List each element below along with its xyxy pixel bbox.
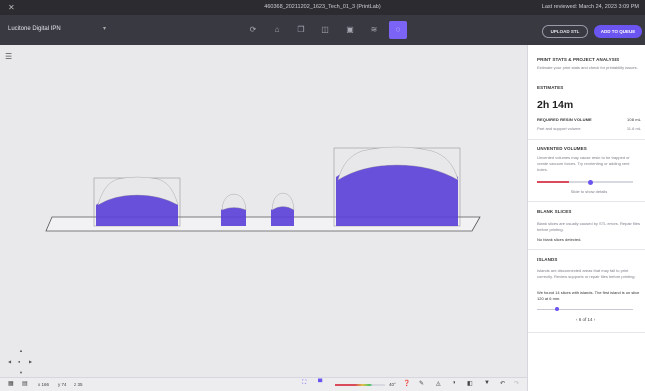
unvented-slider[interactable] [537,179,633,185]
pencil-icon[interactable]: ✎ [419,380,424,387]
main-toolbar: Lucitone Digital IPN ▾ ⟳ ⌂ ❐ ◫ ▣ ≋ ◌ UPL… [0,15,645,45]
arrow-right-icon[interactable]: ▶ [29,359,32,364]
ruler-icon[interactable]: ◬ [436,380,441,387]
view-icon[interactable]: ◧ [467,380,473,387]
slide-hint: Slide to show details [570,189,608,194]
coord-x: x 166 [38,382,50,387]
part-volume-row: Part and support volume 11.6 mL [537,126,641,132]
blank-slices-description: Blank slices are usually caused by STL e… [537,221,641,232]
estimates-title: ESTIMATES [537,85,564,90]
fit-icon[interactable]: ⛶ [302,380,306,387]
dropdown-icon[interactable]: ▼ [484,380,490,386]
part-value: 11.6 mL [626,126,641,131]
arrow-down-icon[interactable]: ▼ [19,370,23,375]
divider [528,201,645,202]
resin-label: REQUIRED RESIN VOLUME [537,117,592,122]
chevron-left-icon[interactable]: ‹ [576,317,578,322]
resin-volume-row: REQUIRED RESIN VOLUME 108 mL [537,117,641,122]
arrow-left-icon[interactable]: ◀ [8,359,11,364]
add-to-queue-button[interactable]: ADD TO QUEUE [594,25,642,38]
view-navigation-pad[interactable]: ▲ ◀ ● ▶ ▼ [6,348,36,378]
upload-stl-button[interactable]: UPLOAD STL [542,25,588,38]
part-label: Part and support volume [537,126,581,131]
grid-icon[interactable]: ▦ [8,380,14,387]
arrow-up-icon[interactable]: ▲ [19,348,23,353]
help-icon[interactable]: ❓ [403,380,410,387]
layers-icon[interactable]: ▤ [22,380,28,387]
printer-select[interactable]: Lucitone Digital IPN [8,26,61,32]
pager-text: 6 of 14 [578,317,593,322]
scene-canvas [45,146,481,232]
analysis-panel: PRINT STATS & PROJECT ANALYSIS Estimate … [527,45,645,391]
center-view-icon[interactable]: ● [18,359,20,364]
undo-icon[interactable]: ↶ [500,380,505,387]
orient-tool-icon[interactable]: ⌂ [270,23,284,37]
resin-value: 108 mL [627,117,641,122]
divider [528,249,645,250]
blank-slices-title: BLANK SLICES [537,209,572,214]
islands-slider[interactable] [537,307,633,311]
redo-icon[interactable]: ↷ [514,380,519,387]
status-bar: ▦ ▤ x 166 y 74 z 35 ⛶ ▀ 40° ❓ ✎ ◬ ◑ ◧ ▼ … [0,377,527,391]
chevron-down-icon[interactable]: ▾ [103,25,106,32]
islands-pager: ‹ 6 of 14 › [576,317,595,322]
print-view-icon[interactable]: ▀ [318,380,322,386]
divider [528,332,645,333]
unvented-title: UNVENTED VOLUMES [537,146,587,151]
angle-slider[interactable] [335,384,385,386]
blank-slices-result: No blank slices detected. [537,237,582,242]
unvented-description: Unvented volumes may cause resin to be t… [537,155,630,172]
analysis-description: Estimate your print stats and check for … [537,65,638,70]
hollow-tool-icon[interactable]: ▣ [343,23,357,37]
angle-value: 40° [389,382,396,387]
divider [528,139,645,140]
support-tool-icon[interactable]: ◫ [318,23,332,37]
last-reviewed-text: Last reviewed: March 24, 2023 3:09 PM [541,4,639,10]
contrast-icon[interactable]: ◑ [452,380,456,386]
islands-description: Islands are disconnected areas that may … [537,268,636,279]
layout-tool-icon[interactable]: ⟳ [246,23,260,37]
coord-y: y 74 [58,382,67,387]
title-bar: ✕ 460368_20211202_1623_Tech_01_3 (PrintL… [0,0,645,15]
slider-handle[interactable] [555,307,559,311]
coord-z: z 35 [74,382,83,387]
duplicate-tool-icon[interactable]: ❐ [294,23,308,37]
3d-viewport[interactable]: ☰ ▲ ◀ ● ▶ ▼ [0,45,527,377]
chevron-right-icon[interactable]: › [594,317,596,322]
print-time: 2h 14m [537,99,574,111]
analysis-title: PRINT STATS & PROJECT ANALYSIS [537,57,620,62]
islands-result: We found 14 slices with islands. The fir… [537,290,640,301]
slider-handle[interactable] [588,179,593,185]
settings-tool-icon[interactable]: ≋ [367,23,381,37]
analysis-tool-icon[interactable]: ◌ [389,21,407,39]
teeth-model [221,193,247,211]
slider-fill [537,181,569,183]
islands-title: ISLANDS [537,257,558,262]
